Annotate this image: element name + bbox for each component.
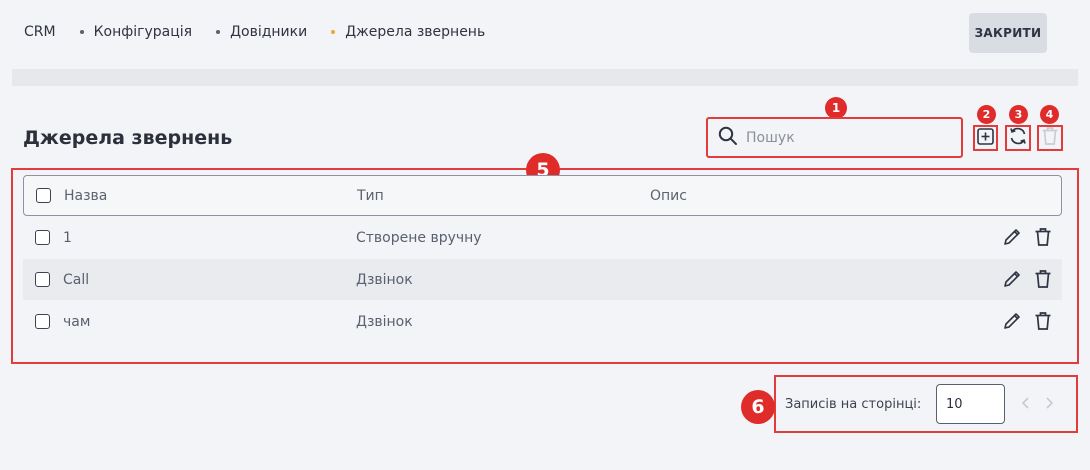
search-input[interactable]: Пошук [706, 117, 963, 158]
plus-square-icon [977, 127, 994, 149]
search-icon [718, 126, 738, 150]
breadcrumb-item-crm[interactable]: CRM [24, 24, 56, 40]
rows-per-page-input[interactable]: 10 [936, 384, 1005, 424]
pencil-icon[interactable] [1002, 227, 1022, 251]
row-checkbox[interactable] [35, 314, 50, 329]
pencil-icon[interactable] [1002, 311, 1022, 335]
breadcrumb-item-configuration[interactable]: Конфігурація [94, 24, 192, 40]
trash-icon [1041, 126, 1059, 150]
table-row[interactable]: Call Дзвінок [23, 259, 1062, 300]
breadcrumb-separator-active [331, 30, 336, 34]
breadcrumb-separator [79, 30, 84, 34]
annotation-badge-2: 2 [977, 105, 996, 124]
header-divider [12, 69, 1078, 86]
trash-icon[interactable] [1034, 311, 1052, 335]
cell-name: 1 [63, 229, 72, 246]
delete-selected-button[interactable] [1037, 125, 1063, 151]
cell-type: Дзвінок [356, 313, 413, 330]
select-all-checkbox[interactable] [36, 188, 51, 203]
annotation-badge-1: 1 [825, 97, 847, 119]
cell-type: Створене вручну [356, 229, 482, 246]
breadcrumb-item-current: Джерела звернень [345, 24, 486, 40]
close-button[interactable]: ЗАКРИТИ [969, 13, 1047, 53]
table-header: Назва Тип Опис [23, 175, 1062, 216]
row-checkbox[interactable] [35, 272, 50, 287]
column-header-name[interactable]: Назва [64, 188, 357, 204]
chevron-right-icon[interactable] [1044, 395, 1054, 414]
annotation-badge-6: 6 [741, 390, 775, 424]
breadcrumb: CRM Конфігурація Довідники Джерела зверн… [24, 24, 485, 40]
table-row[interactable]: чам Дзвінок [23, 301, 1062, 342]
trash-icon[interactable] [1034, 269, 1052, 293]
breadcrumb-item-directories[interactable]: Довідники [230, 24, 307, 40]
annotation-badge-3: 3 [1009, 105, 1028, 124]
column-header-type[interactable]: Тип [357, 188, 650, 204]
search-placeholder: Пошук [746, 129, 795, 146]
table-row[interactable]: 1 Створене вручну [23, 217, 1062, 258]
pencil-icon[interactable] [1002, 269, 1022, 293]
row-checkbox[interactable] [35, 230, 50, 245]
breadcrumb-separator [216, 30, 221, 34]
column-header-description[interactable]: Опис [650, 188, 687, 204]
add-button[interactable] [973, 125, 998, 151]
cell-name: чам [63, 313, 91, 330]
refresh-icon [1008, 126, 1028, 150]
cell-type: Дзвінок [356, 271, 413, 288]
chevron-left-icon[interactable] [1021, 395, 1031, 414]
annotation-badge-4: 4 [1040, 105, 1059, 124]
page-title: Джерела звернень [23, 127, 233, 149]
cell-name: Call [63, 271, 90, 288]
refresh-button[interactable] [1005, 125, 1031, 151]
trash-icon[interactable] [1034, 227, 1052, 251]
rows-per-page-label: Записів на сторінці: [785, 397, 922, 412]
